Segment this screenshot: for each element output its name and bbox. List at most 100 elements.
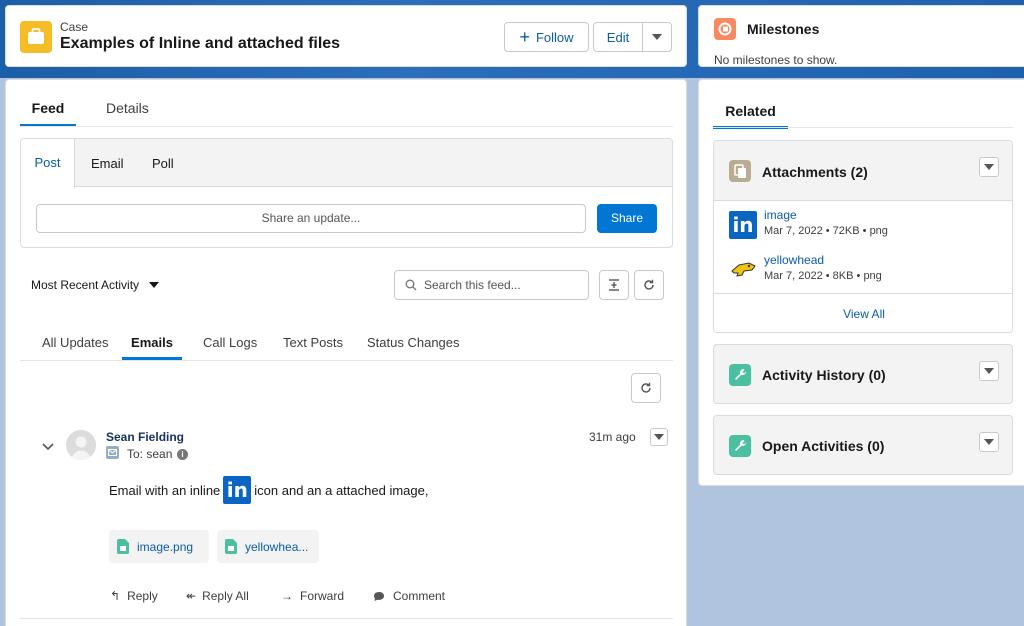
activity-history-menu-button[interactable]	[979, 361, 999, 381]
open-activities-title[interactable]: Open Activities (0)	[762, 438, 884, 454]
open-activities-menu-button[interactable]	[979, 432, 999, 452]
email-icon	[106, 446, 119, 459]
reply-all-label: Reply All	[202, 589, 249, 603]
sort-dropdown[interactable]: Most Recent Activity	[31, 278, 160, 292]
publisher-tab-post-label: Post	[34, 155, 61, 170]
share-update-placeholder: Share an update...	[261, 211, 361, 225]
refresh-feed-button[interactable]	[634, 270, 664, 300]
file-name[interactable]: yellowhead	[764, 253, 824, 267]
linkedin-inline-image: in	[223, 476, 252, 504]
publisher-tab-email-label: Email	[91, 156, 124, 171]
feed-filter-label: Status Changes	[367, 335, 460, 350]
related-card: Related Attachments (2) in image Mar 7, …	[698, 79, 1024, 486]
share-update-input[interactable]: Share an update...	[36, 204, 586, 233]
share-label: Share	[610, 211, 644, 225]
feed-item: Sean Fielding To: sean i 31m ago Email w…	[6, 420, 686, 620]
more-actions-button[interactable]	[642, 22, 672, 52]
feed-filter-all-updates[interactable]: All Updates	[42, 335, 108, 350]
feed-filter-text-posts[interactable]: Text Posts	[283, 335, 343, 350]
file-icon	[225, 539, 237, 554]
tab-related[interactable]: Related	[713, 103, 788, 129]
open-activities-related-list: Open Activities (0)	[713, 415, 1013, 475]
attachment-name: yellowhea...	[245, 539, 309, 554]
attachments-related-list: Attachments (2) in image Mar 7, 2022 • 7…	[713, 140, 1013, 333]
reply-all-button[interactable]: ↞ Reply All	[186, 589, 249, 603]
reply-label: Reply	[127, 589, 158, 603]
milestones-empty-text: No milestones to show.	[714, 53, 838, 67]
search-feed-input[interactable]: Search this feed...	[394, 270, 589, 300]
tab-feed[interactable]: Feed	[20, 100, 76, 127]
file-size: 72KB	[832, 225, 860, 237]
tab-details-label: Details	[106, 100, 149, 116]
chevron-down-icon	[654, 434, 664, 440]
email-body: Email with an inline in icon and an a at…	[109, 476, 428, 504]
collapse-icon	[609, 279, 619, 291]
publisher-tab-email[interactable]: Email	[91, 156, 124, 171]
milestones-card: Milestones No milestones to show.	[698, 5, 1024, 67]
info-icon[interactable]: i	[177, 449, 188, 460]
feed-item-menu-button[interactable]	[650, 428, 668, 446]
page-title: Examples of Inline and attached files	[60, 35, 341, 52]
refresh-icon	[644, 279, 654, 290]
avatar[interactable]	[66, 430, 96, 460]
view-all-link[interactable]: View All	[714, 307, 1012, 321]
feed-filter-label: Text Posts	[283, 335, 343, 350]
record-header: Case Examples of Inline and attached fil…	[5, 5, 687, 67]
file-thumbnail-yellowhead[interactable]	[729, 256, 757, 284]
search-placeholder: Search this feed...	[424, 278, 521, 292]
tab-details[interactable]: Details	[106, 100, 149, 116]
view-all-label: View All	[843, 307, 885, 321]
chevron-down-icon[interactable]	[42, 443, 54, 451]
edit-label: Edit	[606, 29, 630, 45]
chevron-down-icon	[984, 164, 994, 170]
feed-filter-emails[interactable]: Emails	[122, 335, 182, 360]
publisher-tab-post[interactable]: Post	[21, 139, 75, 188]
wrench-icon	[729, 364, 751, 386]
comment-label: Comment	[393, 589, 446, 603]
share-button[interactable]: Share	[597, 204, 657, 233]
file-size: 8KB	[832, 270, 854, 282]
reply-icon: ↰	[110, 589, 121, 603]
object-label: Case	[60, 20, 89, 34]
feed-filter-status-changes[interactable]: Status Changes	[367, 335, 460, 350]
reply-all-icon: ↞	[186, 589, 197, 603]
comment-button[interactable]: Comment	[373, 589, 445, 603]
body-text-before: Email with an inline	[109, 482, 221, 498]
file-icon	[117, 539, 129, 554]
file-name[interactable]: image	[764, 208, 797, 222]
case-icon	[20, 21, 52, 53]
activity-history-title[interactable]: Activity History (0)	[762, 367, 886, 383]
attachments-icon	[729, 160, 751, 182]
publisher-tab-poll[interactable]: Poll	[152, 156, 174, 171]
author-name[interactable]: Sean Fielding	[106, 430, 184, 444]
feed-filter-call-logs[interactable]: Call Logs	[203, 335, 257, 350]
comment-icon	[374, 591, 384, 601]
tab-feed-label: Feed	[31, 100, 65, 116]
milestones-title: Milestones	[747, 21, 820, 37]
chevron-down-icon	[652, 34, 662, 40]
refresh-emails-button[interactable]	[631, 373, 661, 403]
follow-label: Follow	[535, 29, 574, 45]
chevron-down-icon	[984, 368, 994, 374]
timestamp[interactable]: 31m ago	[589, 430, 636, 444]
publisher-tab-poll-label: Poll	[152, 156, 174, 171]
file-type: png	[869, 225, 888, 237]
file-thumbnail-linkedin[interactable]: in	[729, 211, 757, 239]
attachments-menu-button[interactable]	[979, 157, 999, 177]
follow-button[interactable]: + Follow	[504, 22, 589, 52]
attachments-title[interactable]: Attachments (2)	[762, 164, 868, 180]
forward-button[interactable]: → Forward	[281, 589, 344, 603]
sort-label: Most Recent Activity	[31, 278, 140, 292]
file-date: Mar 7, 2022	[764, 270, 823, 282]
feed-filter-label: Emails	[131, 335, 173, 350]
file-type: png	[863, 270, 882, 282]
attachment-chip-2[interactable]: yellowhea...	[217, 530, 319, 563]
collapse-all-button[interactable]	[599, 270, 629, 300]
chevron-down-icon	[149, 282, 160, 288]
activity-history-related-list: Activity History (0)	[713, 344, 1013, 404]
edit-button[interactable]: Edit	[593, 22, 643, 52]
reply-button[interactable]: ↰ Reply	[110, 589, 158, 603]
attachment-chip-1[interactable]: image.png	[109, 530, 209, 563]
publisher: Post Email Poll Share an update... Share	[20, 138, 673, 248]
plus-icon: +	[519, 27, 530, 47]
